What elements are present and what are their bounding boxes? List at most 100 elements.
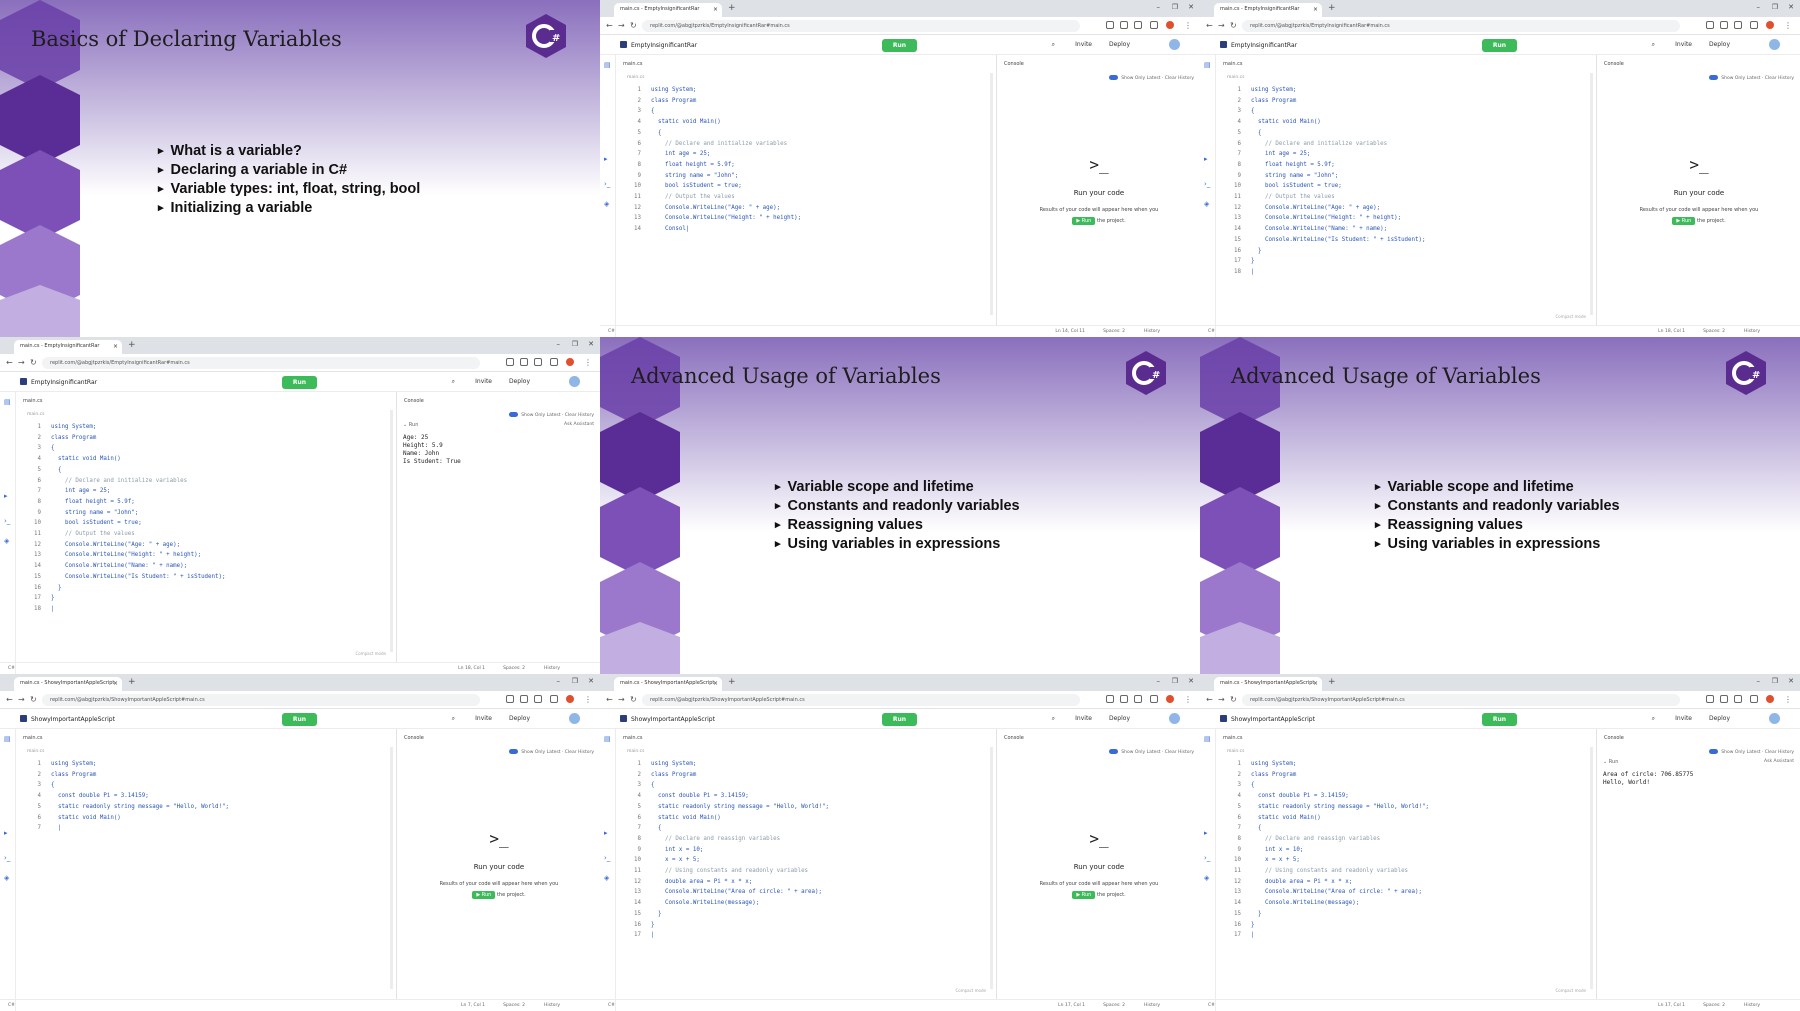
code-block[interactable]: 1 using System; 2 class Program 3{4 static v…	[621, 85, 801, 235]
tab-main-cs[interactable]: main.cs	[1223, 735, 1242, 741]
code-editor[interactable]: main.cs main.cs 1 using System; 2 class Pro…	[617, 729, 997, 999]
close-window-icon[interactable]: ✕	[588, 677, 594, 685]
forward-icon[interactable]: →	[618, 695, 625, 704]
close-icon[interactable]: ×	[713, 6, 718, 13]
browser-tab[interactable]: main.cs - EmptyInsignificantRar ×	[1214, 3, 1322, 17]
deploy-button[interactable]: Deploy	[509, 715, 530, 722]
code-line[interactable]: 2 class Program	[621, 96, 801, 107]
history-button[interactable]: History	[544, 666, 560, 671]
code-line[interactable]: 2 class Program	[21, 770, 229, 781]
menu-icon[interactable]: ⋮	[1184, 21, 1192, 30]
code-line[interactable]: 10 bool isStudent = true;	[21, 518, 226, 529]
code-line[interactable]: 3{	[21, 443, 226, 454]
git-icon[interactable]: ◈	[4, 874, 9, 882]
profile-icon[interactable]	[566, 358, 574, 366]
code-line[interactable]: 1 using System;	[21, 422, 226, 433]
run-icon[interactable]: ▸	[604, 829, 608, 837]
invite-button[interactable]: Invite	[1075, 715, 1092, 722]
code-line[interactable]: 8 float height = 5.9f;	[1221, 160, 1426, 171]
zoom-icon[interactable]	[1720, 21, 1728, 29]
url-field[interactable]: replit.com/@abgjtpzrkis/ShowyImportantAp…	[642, 694, 1080, 706]
code-line[interactable]: 1 using System;	[1221, 85, 1426, 96]
extension-icon[interactable]	[506, 358, 514, 366]
close-window-icon[interactable]: ✕	[588, 340, 594, 348]
scrollbar[interactable]	[390, 747, 393, 989]
browser-tab[interactable]: main.cs - EmptyInsignificantRar ×	[614, 3, 722, 17]
run-icon[interactable]: ▸	[1204, 155, 1208, 163]
invite-button[interactable]: Invite	[475, 715, 492, 722]
back-icon[interactable]: ←	[6, 695, 13, 704]
minimize-icon[interactable]: –	[1757, 677, 1761, 685]
tab-console[interactable]: Console	[404, 398, 424, 404]
zoom-icon[interactable]	[520, 358, 528, 366]
git-icon[interactable]: ◈	[1204, 874, 1209, 882]
code-line[interactable]: 17}	[21, 593, 226, 604]
zoom-icon[interactable]	[1120, 21, 1128, 29]
restore-icon[interactable]: ❐	[572, 677, 578, 685]
code-line[interactable]: 9 int x = 10;	[1221, 845, 1429, 856]
code-line[interactable]: 3{	[1221, 780, 1429, 791]
code-line[interactable]: 12 Console.WriteLine("Age: " + age);	[21, 540, 226, 551]
back-icon[interactable]: ←	[6, 358, 13, 367]
forward-icon[interactable]: →	[18, 358, 25, 367]
url-field[interactable]: replit.com/@abgjtpzrkis/EmptyInsignifica…	[42, 357, 480, 369]
extensions-icon[interactable]	[1750, 695, 1758, 703]
url-field[interactable]: replit.com/@abgjtpzrkis/EmptyInsignifica…	[1242, 20, 1680, 32]
close-window-icon[interactable]: ✕	[1188, 677, 1194, 685]
ask-assistant-button[interactable]: Ask Assistant	[1764, 759, 1794, 764]
show-only-latest-toggle[interactable]: Show Only Latest · Clear History	[509, 749, 594, 755]
tab-main-cs[interactable]: main.cs	[623, 735, 642, 741]
project-name[interactable]: ShowyImportantAppleScript	[620, 715, 715, 723]
history-button[interactable]: History	[1744, 1003, 1760, 1008]
bookmark-icon[interactable]	[1134, 695, 1142, 703]
tab-main-cs[interactable]: main.cs	[23, 398, 42, 404]
extension-icon[interactable]	[1706, 695, 1714, 703]
code-line[interactable]: 4 static void Main()	[1221, 117, 1426, 128]
menu-icon[interactable]: ⋮	[1184, 695, 1192, 704]
code-line[interactable]: 13 Console.WriteLine("Area of circle: " …	[621, 887, 829, 898]
reload-icon[interactable]: ↻	[1230, 21, 1237, 30]
close-icon[interactable]: ×	[1313, 6, 1318, 13]
code-line[interactable]: 1 using System;	[21, 759, 229, 770]
run-icon[interactable]: ▸	[1204, 829, 1208, 837]
code-line[interactable]: 12 Console.WriteLine("Age: " + age);	[621, 203, 801, 214]
code-line[interactable]: 14 Console.WriteLine("Name: " + name);	[21, 561, 226, 572]
tab-console[interactable]: Console	[1604, 735, 1624, 741]
avatar[interactable]	[1169, 713, 1180, 724]
restore-icon[interactable]: ❐	[1172, 677, 1178, 685]
search-icon[interactable]: ⌕	[1052, 41, 1055, 49]
minimize-icon[interactable]: –	[1157, 677, 1161, 685]
back-icon[interactable]: ←	[1206, 21, 1213, 30]
shell-icon[interactable]: ›_	[1204, 854, 1210, 862]
code-line[interactable]: 9 string name = "John";	[1221, 171, 1426, 182]
back-icon[interactable]: ←	[606, 21, 613, 30]
code-line[interactable]: 6 static void Main()	[21, 813, 229, 824]
code-line[interactable]: 7 int age = 25;	[621, 149, 801, 160]
zoom-icon[interactable]	[520, 695, 528, 703]
code-line[interactable]: 17 |	[621, 930, 829, 941]
extensions-icon[interactable]	[1750, 21, 1758, 29]
profile-icon[interactable]	[1166, 21, 1174, 29]
code-block[interactable]: 1 using System; 2 class Program 3{4 static v…	[1221, 85, 1426, 278]
project-name[interactable]: ShowyImportantAppleScript	[20, 715, 115, 723]
code-line[interactable]: 5 {	[21, 465, 226, 476]
extension-icon[interactable]	[506, 695, 514, 703]
tab-main-cs[interactable]: main.cs	[23, 735, 42, 741]
close-icon[interactable]: ×	[713, 680, 718, 687]
code-block[interactable]: 1 using System; 2 class Program 3{4 const do…	[1221, 759, 1429, 941]
reload-icon[interactable]: ↻	[30, 695, 37, 704]
extension-icon[interactable]	[1106, 21, 1114, 29]
code-line[interactable]: 11 // Using constants and readonly varia…	[621, 866, 829, 877]
files-icon[interactable]: ▤	[4, 398, 11, 406]
code-block[interactable]: 1 using System; 2 class Program 3{4 static v…	[21, 422, 226, 615]
code-line[interactable]: 16}	[621, 920, 829, 931]
git-icon[interactable]: ◈	[604, 874, 609, 882]
extensions-icon[interactable]	[1150, 21, 1158, 29]
tab-main-cs[interactable]: main.cs	[623, 61, 642, 67]
code-line[interactable]: 8 float height = 5.9f;	[621, 160, 801, 171]
search-icon[interactable]: ⌕	[452, 715, 455, 723]
inline-run-button[interactable]: ▶ Run	[1672, 217, 1696, 225]
code-line[interactable]: 5 static readonly string message = "Hell…	[1221, 802, 1430, 813]
show-only-latest-toggle[interactable]: Show Only Latest · Clear History	[1709, 749, 1794, 755]
code-line[interactable]: 3{	[621, 780, 829, 791]
